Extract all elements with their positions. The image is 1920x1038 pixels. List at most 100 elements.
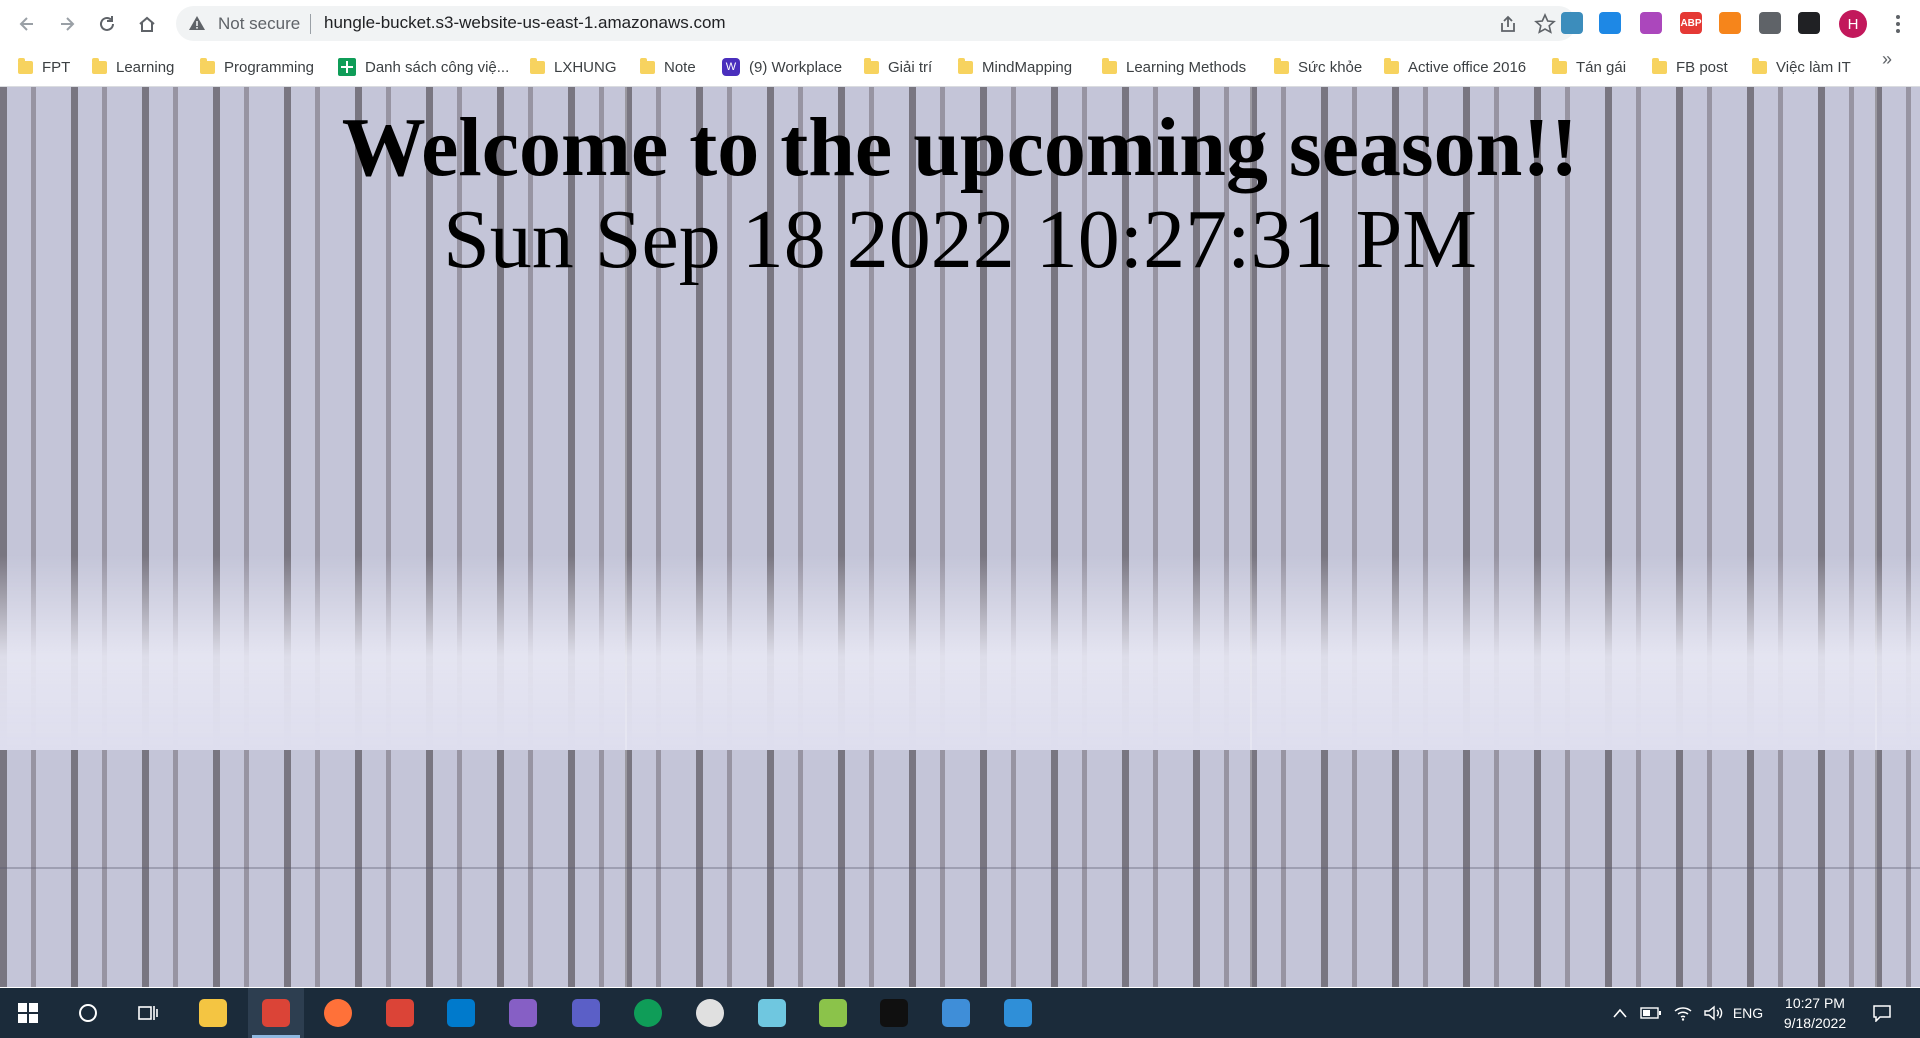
bookmark-item[interactable]: Active office 2016 bbox=[1384, 55, 1526, 79]
photos-icon bbox=[1004, 999, 1032, 1027]
browser-menu-button[interactable] bbox=[1888, 10, 1908, 38]
taskbar-app-button[interactable] bbox=[620, 988, 676, 1038]
workplace-icon: W bbox=[722, 58, 740, 76]
adblock-plus-icon[interactable]: ABP bbox=[1680, 12, 1702, 34]
taskbar-app-button[interactable] bbox=[682, 988, 738, 1038]
windows-logo-icon bbox=[18, 1003, 38, 1023]
taskbar-app-button[interactable] bbox=[372, 988, 428, 1038]
bookmark-item[interactable]: FPT bbox=[18, 55, 70, 79]
bookmark-item[interactable]: Note bbox=[640, 55, 696, 79]
bookmarks-overflow-button[interactable]: » bbox=[1882, 49, 1892, 70]
bookmark-item[interactable]: Learning bbox=[92, 55, 174, 79]
address-bar[interactable]: Not secure hungle-bucket.s3-website-us-e… bbox=[176, 6, 1576, 41]
battery-icon bbox=[1640, 1007, 1661, 1019]
bookmark-item[interactable]: Việc làm IT bbox=[1752, 55, 1851, 79]
bookmark-item[interactable]: MindMapping bbox=[958, 55, 1072, 79]
start-button[interactable] bbox=[0, 988, 56, 1038]
windows-taskbar: ENG 10:27 PM 9/18/2022 bbox=[0, 988, 1920, 1038]
bookmark-label: Tán gái bbox=[1576, 58, 1627, 76]
taskbar-app-button[interactable] bbox=[433, 988, 489, 1038]
bookmark-label: Sức khỏe bbox=[1298, 58, 1363, 76]
battery-button[interactable] bbox=[1638, 988, 1664, 1038]
show-hidden-icons-button[interactable] bbox=[1608, 988, 1632, 1038]
welcome-headline: Welcome to the upcoming season!! bbox=[341, 101, 1579, 194]
wifi-button[interactable] bbox=[1670, 988, 1696, 1038]
bookmark-item[interactable]: Learning Methods bbox=[1102, 55, 1246, 79]
warning-icon[interactable] bbox=[188, 14, 206, 32]
folder-icon bbox=[1552, 57, 1567, 74]
bookmark-label: Learning bbox=[116, 58, 175, 76]
security-label[interactable]: Not secure bbox=[218, 14, 300, 34]
taskbar-app-button[interactable] bbox=[495, 988, 551, 1038]
taskbar-app-button[interactable] bbox=[248, 988, 304, 1038]
notification-center-button[interactable] bbox=[1862, 988, 1902, 1038]
folder-icon bbox=[1384, 57, 1399, 74]
folder-icon bbox=[864, 57, 879, 74]
omnibox-separator bbox=[310, 14, 311, 34]
taskbar-app-button[interactable] bbox=[185, 988, 241, 1038]
notepad-plus-icon bbox=[819, 999, 847, 1027]
menu-dot-icon bbox=[1896, 28, 1900, 33]
forward-arrow-icon bbox=[61, 17, 75, 31]
bookmark-item[interactable]: Sức khỏe bbox=[1274, 55, 1362, 79]
speaker-icon bbox=[1704, 1005, 1723, 1021]
back-button[interactable] bbox=[12, 9, 42, 39]
bookmark-item[interactable]: Giải trí bbox=[864, 55, 932, 79]
page-viewport: Welcome to the upcoming season!! Sun Sep… bbox=[0, 87, 1920, 987]
bookmark-label: Programming bbox=[224, 58, 315, 76]
bookmark-item[interactable]: Tán gái bbox=[1552, 55, 1626, 79]
folder-icon bbox=[200, 57, 215, 74]
folder-icon bbox=[1652, 57, 1667, 74]
folder-icon bbox=[640, 57, 655, 74]
folder-icon bbox=[92, 57, 107, 74]
forward-button[interactable] bbox=[52, 9, 82, 39]
taskbar-app-button[interactable] bbox=[805, 988, 861, 1038]
share-icon[interactable] bbox=[1498, 14, 1518, 34]
bookmark-star-icon[interactable] bbox=[1534, 13, 1556, 35]
bookmark-label: Note bbox=[664, 58, 696, 76]
taskbar-app-button[interactable] bbox=[558, 988, 614, 1038]
metamask-fox-icon[interactable] bbox=[1719, 12, 1741, 34]
clock-date: 9/18/2022 bbox=[1783, 1015, 1847, 1031]
task-view-button[interactable] bbox=[120, 988, 176, 1038]
pen-extension-icon[interactable] bbox=[1640, 12, 1662, 34]
bookmark-item[interactable]: FB post bbox=[1652, 55, 1728, 79]
reader-extension-icon[interactable] bbox=[1561, 12, 1583, 34]
bookmark-item[interactable]: LXHUNG bbox=[530, 55, 617, 79]
taskbar-app-button[interactable] bbox=[990, 988, 1046, 1038]
bookmark-item[interactable]: Danh sách công việ... bbox=[338, 55, 509, 79]
chrome-profile-h-icon bbox=[262, 999, 290, 1027]
browser-toolbar: Not secure hungle-bucket.s3-website-us-e… bbox=[0, 0, 1920, 47]
cube-app-icon bbox=[758, 999, 786, 1027]
taskbar-app-button[interactable] bbox=[866, 988, 922, 1038]
reload-button[interactable] bbox=[92, 9, 122, 39]
taskbar-app-button[interactable] bbox=[928, 988, 984, 1038]
bookmark-item[interactable]: W (9) Workplace bbox=[722, 55, 842, 79]
cortana-circle-icon bbox=[79, 1004, 97, 1022]
home-button[interactable] bbox=[132, 9, 162, 39]
taskbar-app-button[interactable] bbox=[310, 988, 366, 1038]
chrome-profile-h2-icon bbox=[386, 999, 414, 1027]
terminal-icon bbox=[880, 999, 908, 1027]
folder-icon bbox=[530, 57, 545, 74]
chrome-icon bbox=[634, 999, 662, 1027]
taskbar-app-button[interactable] bbox=[744, 988, 800, 1038]
puzzle-extensions-icon[interactable] bbox=[1759, 12, 1781, 34]
side-panel-icon[interactable] bbox=[1798, 12, 1820, 34]
bookmark-item[interactable]: Programming bbox=[200, 55, 314, 79]
reload-icon bbox=[100, 16, 114, 31]
wifi-icon bbox=[1674, 1007, 1692, 1021]
volume-button[interactable] bbox=[1700, 988, 1726, 1038]
bookmark-label: MindMapping bbox=[982, 58, 1073, 76]
taskbar-clock[interactable]: 10:27 PM 9/18/2022 bbox=[1760, 993, 1870, 1033]
firefox-icon bbox=[324, 999, 352, 1027]
folder-icon bbox=[1102, 57, 1117, 74]
search-button[interactable] bbox=[60, 988, 116, 1038]
bookmark-label: FPT bbox=[42, 58, 71, 76]
bookmark-label: Active office 2016 bbox=[1408, 58, 1527, 76]
url-text[interactable]: hungle-bucket.s3-website-us-east-1.amazo… bbox=[324, 13, 726, 33]
water-drop-extension-icon[interactable] bbox=[1599, 12, 1621, 34]
bookmark-label: Giải trí bbox=[888, 58, 933, 76]
folder-icon bbox=[1752, 57, 1767, 74]
profile-avatar[interactable]: H bbox=[1839, 10, 1867, 38]
